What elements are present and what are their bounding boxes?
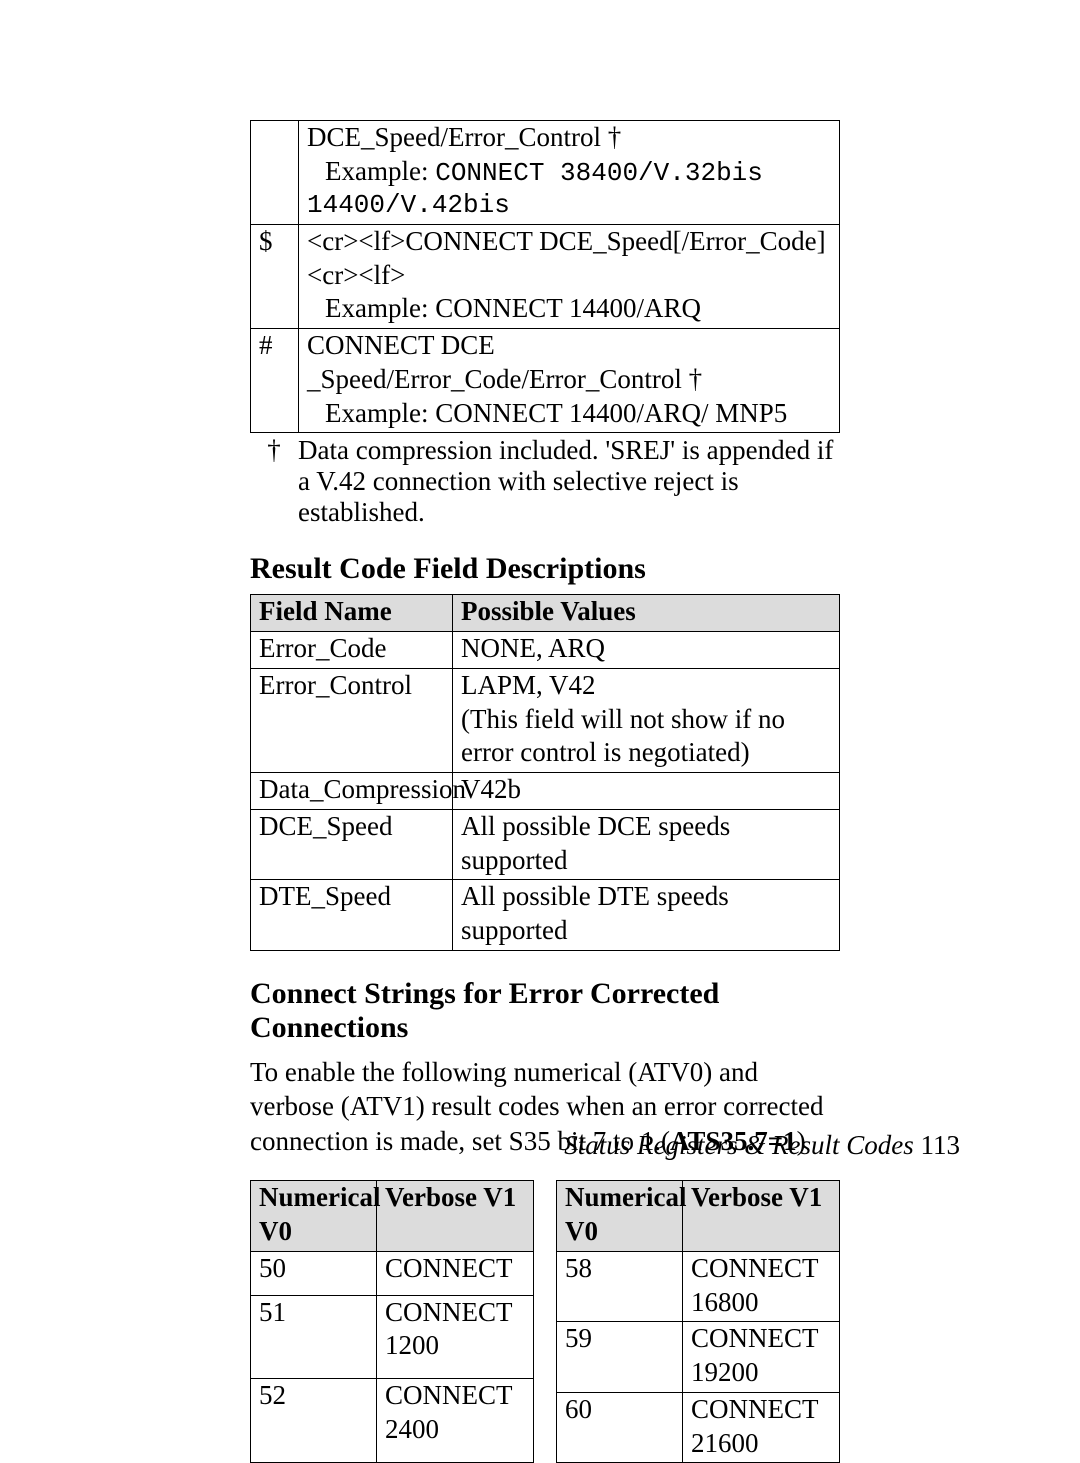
nv-num-cell: 59 [557, 1322, 683, 1393]
nv-verb-cell: CONNECT [377, 1251, 534, 1295]
table-row: 60CONNECT 21600 [557, 1392, 840, 1463]
nv-table-left: Numerical V0 Verbose V1 50CONNECT51CONNE… [250, 1180, 534, 1463]
table-row: DCE_SpeedAll possible DCE speeds support… [251, 809, 840, 880]
nv-verb-cell: CONNECT 21600 [683, 1392, 840, 1463]
nv-verb-cell: CONNECT 16800 [683, 1251, 840, 1322]
table-row: 58CONNECT 16800 [557, 1251, 840, 1322]
table-row: #CONNECT DCE _Speed/Error_Code/Error_Con… [251, 329, 840, 433]
symbol-cell: $ [251, 224, 299, 328]
table-row: 50CONNECT [251, 1251, 534, 1295]
footer-title: Status Registers & Result Codes [564, 1130, 913, 1160]
nv-verb-cell: CONNECT 19200 [683, 1322, 840, 1393]
nv-twin-wrapper: Numerical V0 Verbose V1 50CONNECT51CONNE… [250, 1180, 840, 1463]
top-table: DCE_Speed/Error_Control †Example: CONNEC… [250, 120, 840, 433]
table-row: DCE_Speed/Error_Control †Example: CONNEC… [251, 121, 840, 225]
footnote-text: Data compression included. 'SREJ' is app… [298, 435, 840, 528]
fields-header-name: Field Name [251, 595, 453, 632]
field-name-cell: Error_Code [251, 632, 453, 669]
body-cell: DCE_Speed/Error_Control †Example: CONNEC… [299, 121, 840, 225]
nv-verb-cell: CONNECT 1200 [377, 1295, 534, 1379]
table-row: DTE_SpeedAll possible DTE speeds support… [251, 880, 840, 951]
nv-num-cell: 50 [251, 1251, 377, 1295]
body-cell: <cr><lf>CONNECT DCE_Speed[/Error_Code]<c… [299, 224, 840, 328]
symbol-cell: # [251, 329, 299, 433]
field-value-cell: All possible DTE speeds supported [453, 880, 840, 951]
nv-header-verb: Verbose V1 [683, 1181, 840, 1252]
top-table-body: DCE_Speed/Error_Control †Example: CONNEC… [251, 121, 840, 433]
heading-result-code-fields: Result Code Field Descriptions [250, 552, 840, 586]
nv-header-verb: Verbose V1 [377, 1181, 534, 1252]
field-name-cell: DTE_Speed [251, 880, 453, 951]
page-footer: Status Registers & Result Codes 113 [564, 1130, 960, 1161]
nv-header-num: Numerical V0 [251, 1181, 377, 1252]
body-cell: CONNECT DCE _Speed/Error_Code/Error_Cont… [299, 329, 840, 433]
field-value-cell: All possible DCE speeds supported [453, 809, 840, 880]
table-row: $<cr><lf>CONNECT DCE_Speed[/Error_Code]<… [251, 224, 840, 328]
fields-table: Field Name Possible Values Error_CodeNON… [250, 594, 840, 951]
table-row: 51CONNECT 1200 [251, 1295, 534, 1379]
nv-num-cell: 51 [251, 1295, 377, 1379]
table-row: Field Name Possible Values [251, 595, 840, 632]
symbol-cell [251, 121, 299, 225]
nv-table-right: Numerical V0 Verbose V1 58CONNECT 168005… [556, 1180, 840, 1463]
nv-verb-cell: CONNECT 2400 [377, 1379, 534, 1463]
field-value-cell: NONE, ARQ [453, 632, 840, 669]
table-row: Data_CompressionV42b [251, 773, 840, 810]
field-value-cell: LAPM, V42(This field will not show if no… [453, 668, 840, 772]
footer-page-number: 113 [914, 1130, 960, 1160]
heading-connect-strings: Connect Strings for Error Corrected Conn… [250, 977, 840, 1045]
field-name-cell: Error_Control [251, 668, 453, 772]
table-row: 52CONNECT 2400 [251, 1379, 534, 1463]
table-row: Error_CodeNONE, ARQ [251, 632, 840, 669]
nv-num-cell: 60 [557, 1392, 683, 1463]
table-row: 59CONNECT 19200 [557, 1322, 840, 1393]
table-row: Error_ControlLAPM, V42(This field will n… [251, 668, 840, 772]
nv-num-cell: 52 [251, 1379, 377, 1463]
field-value-cell: V42b [453, 773, 840, 810]
page: DCE_Speed/Error_Control †Example: CONNEC… [0, 0, 1080, 1311]
nv-header-num: Numerical V0 [557, 1181, 683, 1252]
footnote-row: † Data compression included. 'SREJ' is a… [250, 435, 840, 528]
content-block: DCE_Speed/Error_Control †Example: CONNEC… [250, 120, 840, 1463]
table-row: Numerical V0 Verbose V1 [557, 1181, 840, 1252]
field-name-cell: Data_Compression [251, 773, 453, 810]
fields-table-body: Error_CodeNONE, ARQError_ControlLAPM, V4… [251, 632, 840, 951]
nv-right-body: 58CONNECT 1680059CONNECT 1920060CONNECT … [557, 1251, 840, 1463]
nv-num-cell: 58 [557, 1251, 683, 1322]
fields-header-values: Possible Values [453, 595, 840, 632]
field-name-cell: DCE_Speed [251, 809, 453, 880]
nv-left-body: 50CONNECT51CONNECT 120052CONNECT 2400 [251, 1251, 534, 1463]
footnote-symbol: † [250, 435, 298, 528]
table-row: Numerical V0 Verbose V1 [251, 1181, 534, 1252]
